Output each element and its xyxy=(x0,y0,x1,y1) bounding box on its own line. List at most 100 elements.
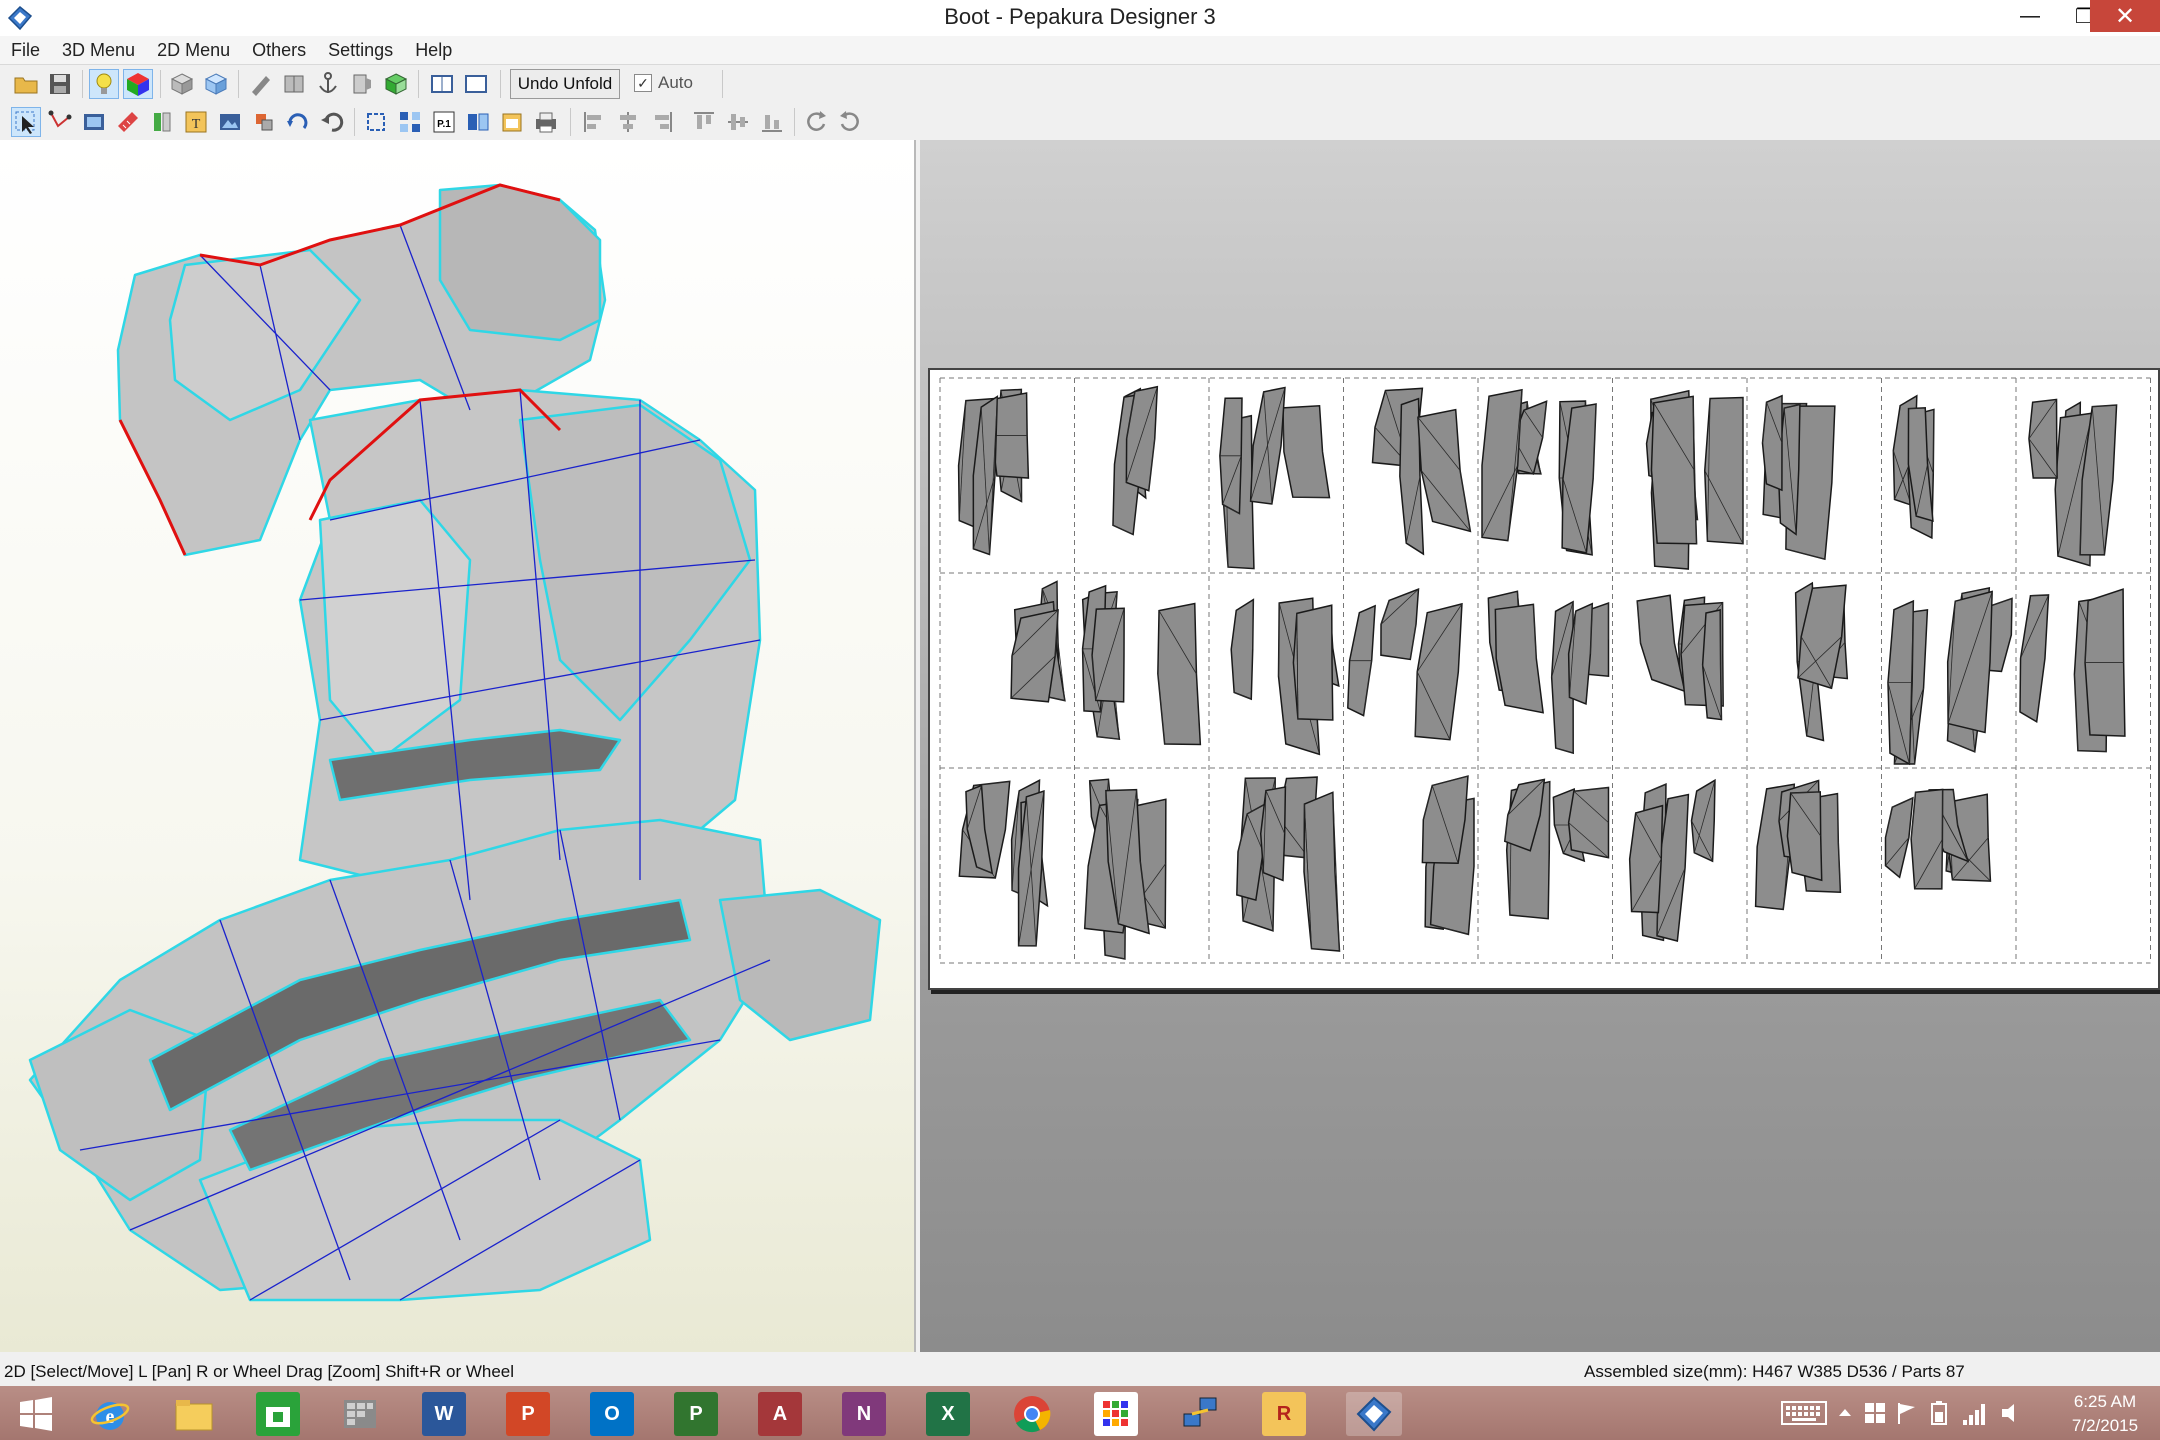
flap-tool-button[interactable] xyxy=(114,108,142,136)
menu-others[interactable]: Others xyxy=(241,40,317,61)
taskbar-powerpoint[interactable]: P xyxy=(506,1392,550,1436)
paper-part[interactable] xyxy=(1157,602,1202,746)
auto-checkbox[interactable]: ✓ xyxy=(634,74,652,92)
taskbar-word[interactable]: W xyxy=(422,1392,466,1436)
taskbar-r-app[interactable]: R xyxy=(1262,1392,1306,1436)
signal-strength-icon[interactable] xyxy=(1960,1398,1990,1428)
fit-view-button[interactable] xyxy=(362,108,390,136)
align-middle-icon xyxy=(728,114,748,130)
paper-part[interactable] xyxy=(1567,786,1610,859)
edit-edge-button[interactable] xyxy=(246,70,274,98)
taskbar-onenote[interactable]: N xyxy=(842,1392,886,1436)
texture-tool-button[interactable] xyxy=(80,108,108,136)
light-button[interactable] xyxy=(89,69,119,99)
paper-part[interactable] xyxy=(1701,609,1723,721)
print-settings-button[interactable] xyxy=(498,108,526,136)
green-cube-icon xyxy=(384,73,408,95)
paper-part[interactable] xyxy=(1282,405,1331,499)
image-tool-button[interactable] xyxy=(216,108,244,136)
paper-part[interactable] xyxy=(1910,788,1944,890)
split-view-button[interactable] xyxy=(462,70,490,98)
paper-part[interactable] xyxy=(1481,388,1523,542)
taskbar-network-tool[interactable] xyxy=(1178,1392,1222,1436)
paper-part[interactable] xyxy=(1417,408,1472,533)
taskbar-store[interactable] xyxy=(256,1392,300,1436)
3d-view[interactable] xyxy=(0,140,916,1352)
paper-part[interactable] xyxy=(1786,791,1823,882)
taskbar-chrome[interactable] xyxy=(1010,1392,1054,1436)
undo-unfold-button[interactable]: Undo Unfold xyxy=(510,69,620,99)
menu-settings[interactable]: Settings xyxy=(317,40,404,61)
taskbar-excel[interactable]: X xyxy=(926,1392,970,1436)
select-tool-button[interactable] xyxy=(11,107,41,137)
text-tool-button[interactable]: T xyxy=(182,108,210,136)
anchor-button[interactable] xyxy=(314,70,342,98)
taskbar-project[interactable]: P xyxy=(674,1392,718,1436)
internet-explorer-icon: e xyxy=(90,1402,130,1430)
volume-icon[interactable] xyxy=(1998,1400,2024,1426)
show-hidden-icons-icon[interactable] xyxy=(1836,1404,1854,1422)
rotate-part-button[interactable] xyxy=(284,108,312,136)
paper-part[interactable] xyxy=(2019,594,2050,724)
print-button[interactable] xyxy=(532,108,560,136)
minimize-button[interactable]: — xyxy=(2000,0,2060,32)
taskbar-launcher[interactable] xyxy=(1094,1392,1138,1436)
menu-2d[interactable]: 2D Menu xyxy=(146,40,241,61)
paper-part[interactable] xyxy=(1380,588,1420,661)
undo-button[interactable] xyxy=(318,108,346,136)
taskbar-access[interactable]: A xyxy=(758,1392,802,1436)
paper-part[interactable] xyxy=(1292,604,1334,721)
rotate-cw-90-button[interactable] xyxy=(836,108,864,136)
texture-button[interactable] xyxy=(123,69,153,99)
menu-help[interactable]: Help xyxy=(404,40,463,61)
edge-tool-button[interactable] xyxy=(46,108,74,136)
move-part-button[interactable] xyxy=(250,108,278,136)
align-bottom-button[interactable] xyxy=(758,108,786,136)
paper-part[interactable] xyxy=(1650,395,1698,545)
taskbar-internet-explorer[interactable]: e xyxy=(88,1392,132,1436)
paper-part[interactable] xyxy=(1628,804,1664,914)
taskbar-app-grid[interactable] xyxy=(338,1392,382,1436)
save-button[interactable] xyxy=(46,70,74,98)
rotate-ccw-90-button[interactable] xyxy=(802,108,830,136)
clock-date[interactable]: 7/2/2015 xyxy=(2060,1416,2150,1436)
paper-part[interactable] xyxy=(1414,602,1463,741)
arrange-parts-button[interactable] xyxy=(396,108,424,136)
green-cube-button[interactable] xyxy=(382,70,410,98)
paper-part[interactable] xyxy=(1636,594,1686,693)
align-left-button[interactable] xyxy=(580,108,608,136)
open-file-button[interactable] xyxy=(12,70,40,98)
windows-logo-icon xyxy=(20,1397,52,1431)
join-tool-button[interactable] xyxy=(148,108,176,136)
svg-text:T: T xyxy=(192,117,201,132)
page-layout-button[interactable] xyxy=(464,108,492,136)
align-center-button[interactable] xyxy=(614,108,642,136)
action-center-flag-icon[interactable] xyxy=(1894,1400,1920,1426)
paper-sheet[interactable] xyxy=(928,368,2160,990)
wireframe-button[interactable] xyxy=(168,70,196,98)
start-button[interactable] xyxy=(12,1392,60,1436)
close-button[interactable]: ✕ xyxy=(2090,0,2160,32)
menu-3d[interactable]: 3D Menu xyxy=(51,40,146,61)
taskbar-outlook[interactable]: O xyxy=(590,1392,634,1436)
paper-part[interactable] xyxy=(2028,398,2058,479)
battery-icon[interactable] xyxy=(1926,1398,1952,1428)
paper-part[interactable] xyxy=(1091,607,1125,703)
flap-button[interactable] xyxy=(348,70,376,98)
paper-part[interactable] xyxy=(1704,396,1744,545)
align-right-icon xyxy=(655,112,672,132)
taskbar-pepakura[interactable] xyxy=(1346,1392,1402,1436)
single-view-button[interactable] xyxy=(428,70,456,98)
paper-button[interactable] xyxy=(280,70,308,98)
page-number-button[interactable]: P.1 xyxy=(430,108,458,136)
align-middle-button[interactable] xyxy=(724,108,752,136)
align-top-button[interactable] xyxy=(690,108,718,136)
menu-file[interactable]: File xyxy=(0,40,51,61)
paper-part[interactable] xyxy=(1230,598,1255,701)
clock-time[interactable]: 6:25 AM xyxy=(2060,1392,2150,1412)
shaded-button[interactable] xyxy=(202,70,230,98)
keyboard-icon[interactable] xyxy=(1780,1398,1828,1428)
windows-flag-icon[interactable] xyxy=(1862,1400,1888,1426)
taskbar-file-explorer[interactable] xyxy=(172,1392,216,1436)
align-right-button[interactable] xyxy=(648,108,676,136)
